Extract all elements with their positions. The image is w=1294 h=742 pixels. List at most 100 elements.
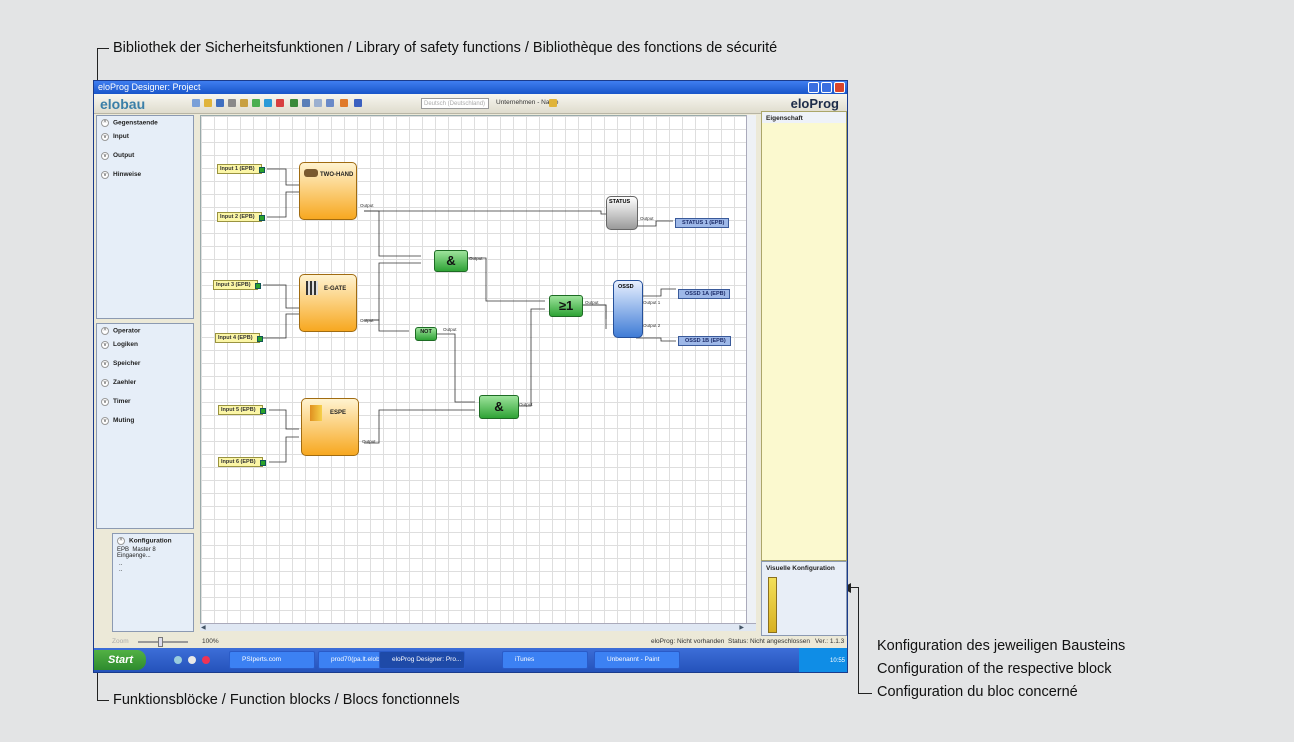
connect-icon[interactable] <box>276 99 284 107</box>
espe-label: ESPE <box>330 410 347 416</box>
property-panel-header[interactable]: Eigenschaft <box>762 112 846 123</box>
version-label: Ver.: 1.1.3 <box>815 638 845 645</box>
key-icon[interactable] <box>549 99 557 107</box>
system-tray: 10:55 <box>799 648 847 672</box>
taskbar-item-psiperts[interactable]: PSIperts.com <box>229 651 315 669</box>
zoom-icon[interactable] <box>302 99 310 107</box>
toolbar: elobau Deutsch (Deutschland) Unternehmen… <box>94 94 847 114</box>
and-1-output-port: Output <box>469 256 483 261</box>
property-panel: Eigenschaft <box>761 111 847 561</box>
two-hand-block[interactable]: TWO-HAND Output <box>299 162 374 220</box>
two-hand-output-port: Output <box>360 203 374 208</box>
start-button[interactable]: Start <box>94 650 146 670</box>
taskbar-item-itunes[interactable]: iTunes <box>502 651 588 669</box>
quicklaunch-icon[interactable] <box>174 656 182 664</box>
expand-icon[interactable]: v <box>101 132 109 141</box>
visual-configuration-header[interactable]: Visuelle Konfiguration <box>762 562 846 573</box>
open-icon[interactable] <box>204 99 212 107</box>
clock: 10:55 <box>829 658 845 664</box>
taskbar-item-eloprog[interactable]: eloProg Designer: Pro... <box>379 651 465 669</box>
espe-output-port: Output <box>362 439 376 444</box>
library-callout: Bibliothek der Sicherheitsfunktionen / L… <box>113 40 778 56</box>
ossd-block[interactable]: OSSD <box>613 280 643 338</box>
output-block-status1[interactable]: STATUS 1 (EPB) <box>675 218 729 228</box>
expand-icon[interactable]: v <box>101 340 109 349</box>
new-icon[interactable] <box>192 99 200 107</box>
function-blocks-callout-line <box>97 700 109 701</box>
scroll-right-icon[interactable]: ▶ <box>739 624 744 631</box>
quicklaunch-icon[interactable] <box>202 656 210 664</box>
config-callout-line <box>850 587 859 588</box>
operator-item-zaehler[interactable]: v Zaehler <box>97 373 193 392</box>
operator-item-logiken[interactable]: v Logiken <box>97 335 193 354</box>
input-block-6[interactable]: Input 6 (EPB) <box>218 457 266 467</box>
operator-panel-header[interactable]: ^ Operator <box>97 324 193 335</box>
settings-icon[interactable] <box>340 99 348 107</box>
scroll-left-icon[interactable]: ◀ <box>201 624 206 631</box>
e-gate-block[interactable]: E-GATE Output <box>299 274 374 332</box>
minimize-button[interactable] <box>808 82 819 93</box>
expand-icon[interactable]: v <box>101 151 109 160</box>
or-output-port: Output <box>585 300 599 305</box>
print-icon[interactable] <box>228 99 236 107</box>
quicklaunch-icon[interactable] <box>188 656 196 664</box>
collapse-icon[interactable]: ^ <box>101 119 109 127</box>
output-block-ossd1b[interactable]: OSSD 1B (EPB) <box>678 336 731 346</box>
design-canvas[interactable]: Input 1 (EPB) Input 2 (EPB) Input 3 (EPB… <box>200 115 756 631</box>
or-block[interactable]: ≥1 <box>549 295 583 317</box>
monitor-icon[interactable] <box>290 99 298 107</box>
espe-block[interactable]: ESPE Output <box>301 398 376 456</box>
taskbar-item-paint[interactable]: Unbenannt - Paint <box>594 651 680 669</box>
input-block-5[interactable]: Input 5 (EPB) <box>218 405 266 415</box>
expand-icon[interactable]: v <box>101 416 109 425</box>
input-block-3[interactable]: Input 3 (EPB) <box>213 280 261 290</box>
expand-icon[interactable]: v <box>101 397 109 406</box>
input-block-4[interactable]: Input 4 (EPB) <box>215 333 263 343</box>
and-block-1[interactable]: & <box>434 250 468 272</box>
input-block-1[interactable]: Input 1 (EPB) <box>217 164 265 174</box>
zoom-slider[interactable] <box>138 641 188 643</box>
eloprog-state: eloProg: Nicht vorhanden <box>651 638 725 645</box>
maximize-button[interactable] <box>821 82 832 93</box>
grid-icon[interactable] <box>326 99 334 107</box>
library-item-output[interactable]: v Output <box>97 146 193 165</box>
zoom-label: Zoom <box>112 638 129 645</box>
operator-item-muting[interactable]: v Muting <box>97 411 193 430</box>
library-item-hinweise[interactable]: v Hinweise <box>97 165 193 184</box>
not-block[interactable]: NOT <box>415 327 437 341</box>
vertical-scrollbar[interactable] <box>746 115 756 623</box>
gate-icon <box>306 281 318 295</box>
expand-icon[interactable]: v <box>101 170 109 179</box>
config-callout-line <box>858 693 872 694</box>
language-select[interactable]: Deutsch (Deutschland) <box>421 98 489 109</box>
title-bar: eloProg Designer: Project <box>94 81 847 94</box>
operator-item-speicher[interactable]: v Speicher <box>97 354 193 373</box>
expand-icon[interactable]: v <box>101 359 109 368</box>
status-bar: Zoom 100% eloProg: Nicht vorhanden Statu… <box>94 636 847 648</box>
input-block-2[interactable]: Input 2 (EPB) <box>217 212 265 222</box>
windows-taskbar: Start PSIperts.com prod70(pa.lt.elobau..… <box>94 648 847 672</box>
close-button[interactable] <box>834 82 845 93</box>
status-output-port: Output <box>640 216 654 221</box>
library-panel-header[interactable]: ^ Gegenstaende <box>97 116 193 127</box>
collapse-icon[interactable]: ^ <box>101 327 109 335</box>
horizontal-scrollbar[interactable]: ◀ ▶ <box>200 623 756 631</box>
edit-icon[interactable] <box>240 99 248 107</box>
transfer-icon[interactable] <box>264 99 272 107</box>
status-block[interactable]: STATUS <box>606 196 638 230</box>
ossd-label: OSSD <box>618 284 634 290</box>
configuration-row[interactable]: EPB Master 8 Eingaenge... <box>113 545 193 561</box>
library-item-input[interactable]: v Input <box>97 127 193 146</box>
device-icon <box>768 577 777 633</box>
output-block-ossd1a[interactable]: OSSD 1A (EPB) <box>678 289 730 299</box>
zoom-slider-handle[interactable] <box>158 637 163 647</box>
configuration-panel-header[interactable]: ^ Konfiguration <box>113 534 193 545</box>
check-icon[interactable] <box>252 99 260 107</box>
expand-icon[interactable]: v <box>101 378 109 387</box>
save-icon[interactable] <box>216 99 224 107</box>
document-icon[interactable] <box>314 99 322 107</box>
operator-item-timer[interactable]: v Timer <box>97 392 193 411</box>
help-icon[interactable] <box>354 99 362 107</box>
and-block-2[interactable]: & <box>479 395 519 419</box>
collapse-icon[interactable]: ^ <box>117 537 125 545</box>
